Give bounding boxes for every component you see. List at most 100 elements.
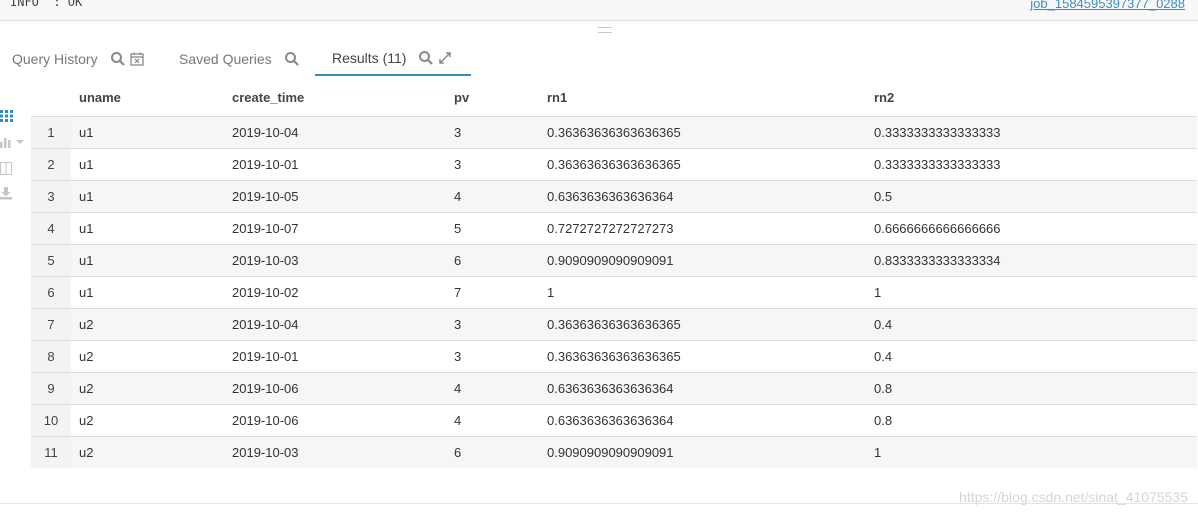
cell-rn2: 0.8333333333333334 [874, 244, 1197, 277]
cell-create-time: 2019-10-05 [232, 180, 454, 213]
rownum-header [31, 78, 71, 117]
download-icon[interactable] [0, 186, 26, 204]
column-header-rn2[interactable]: rn2 [874, 78, 1197, 117]
result-tabs: Query History Saved Queries Results (11) [0, 42, 480, 78]
cell-rn1: 0.36363636363636365 [547, 340, 874, 373]
row-number: 9 [31, 372, 71, 405]
chart-icon[interactable] [0, 134, 26, 152]
cell-rn1: 0.9090909090909091 [547, 244, 874, 277]
grid-view-icon[interactable] [0, 108, 26, 126]
search-icon[interactable] [418, 50, 434, 66]
results-table: uname create_time pv rn1 rn2 1 u1 2019-10-… [31, 78, 1197, 468]
cell-pv: 3 [454, 148, 547, 181]
results-table-body: 1 u1 2019-10-04 3 0.36363636363636365 0.33333… [31, 116, 1197, 468]
tab-query-history[interactable]: Query History [12, 42, 148, 76]
cell-rn2: 0.6666666666666666 [874, 212, 1197, 245]
cell-uname: u2 [71, 372, 232, 405]
cell-rn2: 0.5 [874, 180, 1197, 213]
row-number: 5 [31, 244, 71, 277]
log-line: INFO : OK [10, 0, 83, 9]
cell-pv: 3 [454, 308, 547, 341]
row-number: 8 [31, 340, 71, 373]
table-row[interactable]: 3 u1 2019-10-05 4 0.6363636363636364 0.5 [31, 180, 1197, 213]
table-row[interactable]: 4 u1 2019-10-07 5 0.7272727272727273 0.666666… [31, 212, 1197, 245]
table-row[interactable]: 10 u2 2019-10-06 4 0.6363636363636364 0.8 [31, 404, 1197, 437]
cell-uname: u1 [71, 244, 232, 277]
table-header-row: uname create_time pv rn1 rn2 [31, 78, 1197, 117]
cell-pv: 4 [454, 180, 547, 213]
cell-uname: u1 [71, 148, 232, 181]
column-header-pv[interactable]: pv [454, 78, 547, 117]
columns-icon[interactable] [0, 160, 26, 178]
cell-create-time: 2019-10-02 [232, 276, 454, 309]
table-row[interactable]: 9 u2 2019-10-06 4 0.6363636363636364 0.8 [31, 372, 1197, 405]
resize-handle[interactable] [598, 27, 612, 33]
tab-label: Saved Queries [179, 51, 272, 67]
cell-rn1: 0.6363636363636364 [547, 180, 874, 213]
calendar-clear-icon[interactable] [129, 51, 145, 67]
search-icon[interactable] [284, 51, 300, 67]
cell-uname: u2 [71, 340, 232, 373]
cell-create-time: 2019-10-01 [232, 148, 454, 181]
cell-create-time: 2019-10-07 [232, 212, 454, 245]
cell-rn1: 1 [547, 276, 874, 309]
cell-create-time: 2019-10-01 [232, 340, 454, 373]
cell-uname: u2 [71, 404, 232, 437]
row-number: 3 [31, 180, 71, 213]
cell-uname: u1 [71, 276, 232, 309]
table-row[interactable]: 1 u1 2019-10-04 3 0.36363636363636365 0.33333… [31, 116, 1197, 149]
cell-rn1: 0.6363636363636364 [547, 404, 874, 437]
table-row[interactable]: 7 u2 2019-10-04 3 0.36363636363636365 0.4 [31, 308, 1197, 341]
tab-results[interactable]: Results (11) [315, 42, 471, 76]
cell-pv: 6 [454, 436, 547, 468]
cell-pv: 4 [454, 372, 547, 405]
expand-icon[interactable] [437, 50, 453, 66]
search-icon[interactable] [110, 51, 126, 67]
cell-rn2: 0.8 [874, 372, 1197, 405]
row-number: 2 [31, 148, 71, 181]
row-number: 4 [31, 212, 71, 245]
table-row[interactable]: 11 u2 2019-10-03 6 0.9090909090909091 1 [31, 436, 1197, 468]
cell-uname: u1 [71, 212, 232, 245]
cell-rn1: 0.7272727272727273 [547, 212, 874, 245]
cell-rn2: 1 [874, 276, 1197, 309]
cell-rn1: 0.6363636363636364 [547, 372, 874, 405]
row-number: 10 [31, 404, 71, 437]
job-link[interactable]: job_1584595397377_0288 [1030, 0, 1185, 11]
cell-create-time: 2019-10-06 [232, 404, 454, 437]
row-number: 1 [31, 116, 71, 149]
table-row[interactable]: 8 u2 2019-10-01 3 0.36363636363636365 0.4 [31, 340, 1197, 373]
cell-rn1: 0.36363636363636365 [547, 308, 874, 341]
cell-pv: 4 [454, 404, 547, 437]
cell-create-time: 2019-10-03 [232, 244, 454, 277]
cell-pv: 3 [454, 340, 547, 373]
cell-rn1: 0.36363636363636365 [547, 116, 874, 149]
cell-uname: u2 [71, 436, 232, 468]
row-number: 11 [31, 436, 71, 468]
cell-uname: u2 [71, 308, 232, 341]
table-row[interactable]: 6 u1 2019-10-02 7 1 1 [31, 276, 1197, 309]
tab-label: Query History [12, 51, 98, 67]
cell-create-time: 2019-10-04 [232, 308, 454, 341]
tab-label: Results (11) [332, 50, 407, 66]
column-header-rn1[interactable]: rn1 [547, 78, 874, 117]
watermark: https://blog.csdn.net/sinat_41075535 [959, 489, 1188, 505]
cell-create-time: 2019-10-04 [232, 116, 454, 149]
cell-uname: u1 [71, 116, 232, 149]
cell-pv: 5 [454, 212, 547, 245]
cell-rn1: 0.9090909090909091 [547, 436, 874, 468]
column-header-create-time[interactable]: create_time [232, 78, 454, 117]
log-output: INFO : OK job_1584595397377_0288 [0, 0, 1198, 21]
column-header-uname[interactable]: uname [71, 78, 232, 117]
row-number: 6 [31, 276, 71, 309]
row-number: 7 [31, 308, 71, 341]
cell-create-time: 2019-10-06 [232, 372, 454, 405]
table-row[interactable]: 2 u1 2019-10-01 3 0.36363636363636365 0.33333… [31, 148, 1197, 181]
cell-rn2: 0.4 [874, 340, 1197, 373]
cell-rn2: 0.8 [874, 404, 1197, 437]
table-row[interactable]: 5 u1 2019-10-03 6 0.9090909090909091 0.833333… [31, 244, 1197, 277]
cell-create-time: 2019-10-03 [232, 436, 454, 468]
tab-saved-queries[interactable]: Saved Queries [179, 42, 303, 76]
cell-rn2: 0.3333333333333333 [874, 148, 1197, 181]
cell-pv: 7 [454, 276, 547, 309]
